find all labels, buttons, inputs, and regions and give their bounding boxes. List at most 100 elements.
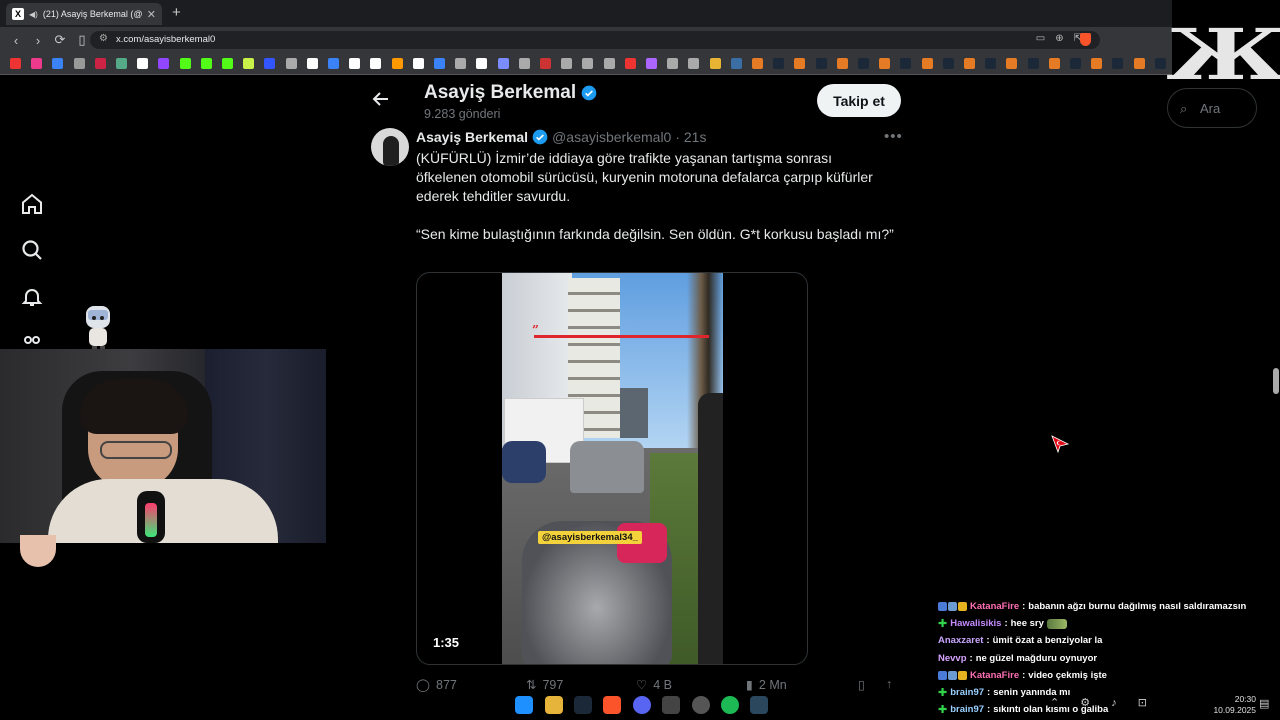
bookmark-favicon-icon[interactable] — [391, 58, 403, 69]
tweet-author-avatar[interactable] — [371, 128, 409, 166]
bookmark-favicon-icon[interactable] — [964, 58, 975, 69]
bookmark-favicon-icon[interactable] — [815, 58, 827, 69]
bookmark-favicon-icon[interactable] — [730, 58, 742, 69]
bookmark-favicon-icon[interactable] — [773, 58, 785, 69]
file-explorer-icon[interactable] — [545, 696, 563, 714]
bookmark-favicon-icon[interactable] — [688, 58, 700, 69]
tweet-author-name[interactable]: Asayiş Berkemal — [416, 129, 528, 145]
tweet-video[interactable]: ” @asayisberkemal34_ 1:35 — [416, 272, 808, 665]
bookmark-favicon-icon[interactable] — [1133, 58, 1145, 69]
obs-icon[interactable] — [692, 696, 710, 714]
bookmark-favicon-icon[interactable] — [752, 58, 763, 69]
system-tray[interactable]: ⌃ ⚙ ♪ ⊡ — [1050, 696, 1156, 709]
bookmark-favicon-icon[interactable] — [646, 58, 657, 69]
bookmark-favicon-icon[interactable] — [137, 58, 149, 69]
bookmark-favicon-icon[interactable] — [1048, 58, 1060, 69]
chat-username[interactable]: KatanaFire — [970, 670, 1019, 681]
bookmark-favicon-icon[interactable] — [94, 58, 106, 69]
bookmark-favicon-icon[interactable] — [476, 58, 488, 69]
chat-username[interactable]: Nevvp — [938, 653, 967, 664]
brave-browser-icon[interactable] — [603, 696, 621, 714]
bookmark-favicon-icon[interactable] — [921, 58, 933, 69]
bookmark-favicon-icon[interactable] — [1091, 58, 1103, 69]
bookmark-favicon-icon[interactable] — [179, 58, 191, 69]
back-icon[interactable]: ‹ — [6, 33, 26, 48]
bookmark-favicon-icon[interactable] — [836, 58, 848, 69]
bookmark-favicon-icon[interactable] — [1006, 58, 1018, 69]
bookmark-favicon-icon[interactable] — [1070, 58, 1081, 69]
forward-icon[interactable]: › — [28, 33, 48, 48]
bookmark-favicon-icon[interactable] — [518, 58, 530, 69]
scrollbar-thumb[interactable] — [1273, 368, 1279, 394]
bookmark-favicon-icon[interactable] — [349, 58, 361, 69]
tweet-time[interactable]: · 21s — [675, 129, 706, 145]
windows-start-icon[interactable] — [515, 696, 533, 714]
bookmark-favicon-icon[interactable] — [1027, 58, 1039, 69]
bookmark-favicon-icon[interactable] — [985, 58, 997, 69]
reload-icon[interactable]: ⟳ — [50, 32, 70, 48]
views-button[interactable]: ▮ 2 Mn — [746, 677, 787, 693]
steam-icon[interactable] — [574, 696, 592, 714]
brave-shield-icon[interactable] — [1080, 33, 1091, 46]
bookmark-favicon-icon[interactable] — [942, 58, 954, 69]
bookmark-favicon-icon[interactable] — [434, 58, 445, 69]
bookmark-icon[interactable]: ▯ — [72, 32, 92, 48]
tweet-handle[interactable]: @asayisberkemal0 — [552, 129, 671, 145]
notification-icon[interactable]: ▤ — [1259, 697, 1269, 710]
bookmark-favicon-icon[interactable] — [582, 58, 594, 69]
reply-button[interactable]: ◯ 877 — [416, 677, 457, 693]
bookmark-favicon-icon[interactable] — [603, 58, 615, 69]
bookmark-favicon-icon[interactable] — [1154, 58, 1166, 69]
site-settings-icon[interactable]: ⚙ — [99, 33, 108, 44]
new-tab-button[interactable]: + — [172, 4, 181, 21]
taskbar-clock[interactable]: 20:30 10.09.2025 — [1212, 694, 1256, 716]
explore-search-icon[interactable] — [20, 238, 44, 262]
bookmark-tweet-icon[interactable]: ▯ — [858, 677, 865, 692]
share-icon[interactable]: ↑ — [886, 677, 892, 691]
address-bar[interactable]: ⚙ x.com/asayisberkemal0 ▭⊕⇱ — [90, 31, 1100, 49]
bookmark-favicon-icon[interactable] — [73, 58, 85, 69]
video-frame[interactable]: ” @asayisberkemal34_ — [502, 273, 723, 664]
bookmark-favicon-icon[interactable] — [561, 58, 573, 69]
bookmark-favicon-icon[interactable] — [200, 58, 212, 69]
app-icon[interactable] — [662, 696, 680, 714]
back-arrow-icon[interactable] — [372, 90, 390, 108]
like-button[interactable]: ♡ 4 B — [636, 677, 672, 693]
steam-icon-2[interactable] — [750, 696, 768, 714]
bookmark-favicon-icon[interactable] — [540, 58, 551, 69]
spotify-icon[interactable] — [721, 696, 739, 714]
search-input[interactable]: ⌕ Ara — [1167, 88, 1257, 128]
browser-tab[interactable]: X ◀) (21) Asayiş Berkemal (@asayis... ✕ — [6, 3, 162, 25]
bookmark-favicon-icon[interactable] — [879, 58, 891, 69]
bookmark-favicon-icon[interactable] — [306, 58, 318, 69]
bookmark-favicon-icon[interactable] — [455, 58, 467, 69]
tab-close-icon[interactable]: ✕ — [147, 8, 156, 21]
notifications-bell-icon[interactable] — [20, 285, 44, 309]
more-options-icon[interactable]: ••• — [884, 128, 903, 145]
bookmark-favicon-icon[interactable] — [858, 58, 869, 69]
repost-button[interactable]: ⇅ 797 — [526, 677, 563, 693]
chat-username[interactable]: Anaxzaret — [938, 635, 983, 646]
follow-button[interactable]: Takip et — [817, 84, 901, 117]
bookmark-favicon-icon[interactable] — [497, 58, 509, 69]
chat-username[interactable]: KatanaFire — [970, 601, 1019, 612]
bookmark-favicon-icon[interactable] — [158, 58, 170, 69]
bookmark-favicon-icon[interactable] — [328, 58, 339, 69]
bookmark-favicon-icon[interactable] — [370, 58, 382, 69]
bookmark-favicon-icon[interactable] — [31, 58, 43, 69]
bookmark-favicon-icon[interactable] — [794, 58, 806, 69]
bookmark-favicon-icon[interactable] — [900, 58, 912, 69]
bookmark-favicon-icon[interactable] — [285, 58, 297, 69]
bookmark-favicon-icon[interactable] — [52, 58, 64, 69]
bookmark-favicon-icon[interactable] — [709, 58, 721, 69]
bookmark-favicon-icon[interactable] — [1112, 58, 1124, 69]
chat-username[interactable]: Hawalisikis — [950, 618, 1001, 629]
bookmark-favicon-icon[interactable] — [667, 58, 679, 69]
bookmark-favicon-icon[interactable] — [624, 58, 636, 69]
bookmark-favicon-icon[interactable] — [222, 58, 233, 69]
discord-icon[interactable] — [633, 696, 651, 714]
bookmark-favicon-icon[interactable] — [116, 58, 127, 69]
bookmark-favicon-icon[interactable] — [243, 58, 255, 69]
bookmark-favicon-icon[interactable] — [264, 58, 276, 69]
bookmark-favicon-icon[interactable] — [412, 58, 424, 69]
